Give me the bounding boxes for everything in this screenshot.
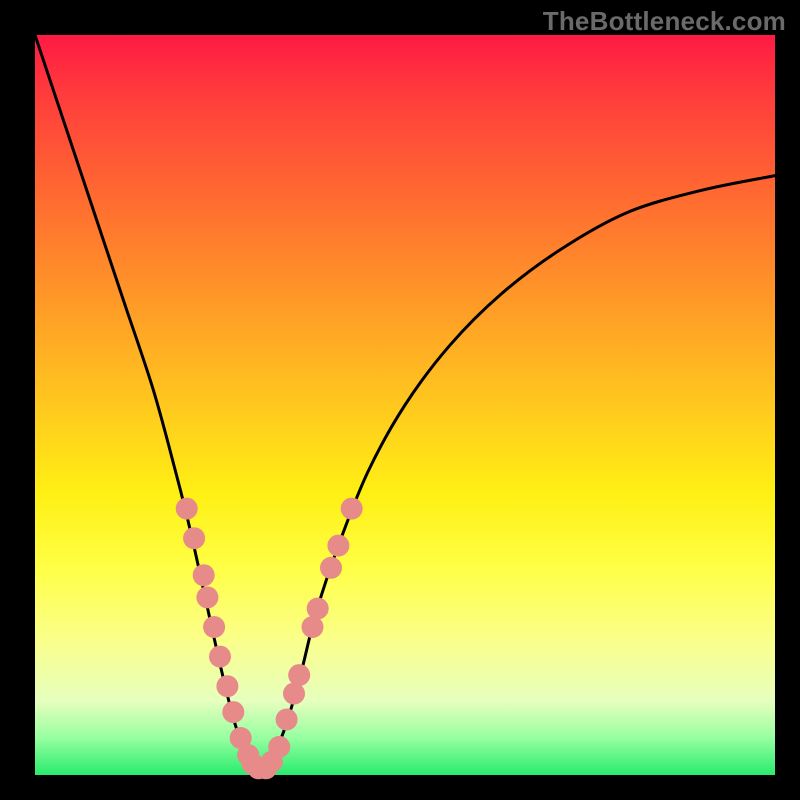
data-marker bbox=[183, 527, 205, 549]
data-marker bbox=[307, 598, 329, 620]
data-marker bbox=[320, 557, 342, 579]
data-marker bbox=[193, 564, 215, 586]
data-marker bbox=[327, 535, 349, 557]
data-marker bbox=[268, 736, 290, 758]
chart-frame: TheBottleneck.com bbox=[0, 0, 800, 800]
watermark-text: TheBottleneck.com bbox=[543, 6, 786, 37]
data-marker bbox=[176, 498, 198, 520]
data-marker bbox=[216, 675, 238, 697]
curve-markers bbox=[176, 498, 363, 780]
plot-area bbox=[35, 35, 775, 775]
data-marker bbox=[276, 709, 298, 731]
chart-svg bbox=[35, 35, 775, 775]
data-marker bbox=[209, 646, 231, 668]
data-marker bbox=[288, 664, 310, 686]
data-marker bbox=[203, 616, 225, 638]
data-marker bbox=[196, 586, 218, 608]
data-marker bbox=[302, 616, 324, 638]
data-marker bbox=[341, 498, 363, 520]
data-marker bbox=[222, 701, 244, 723]
data-marker bbox=[283, 683, 305, 705]
curve-line bbox=[35, 35, 775, 773]
